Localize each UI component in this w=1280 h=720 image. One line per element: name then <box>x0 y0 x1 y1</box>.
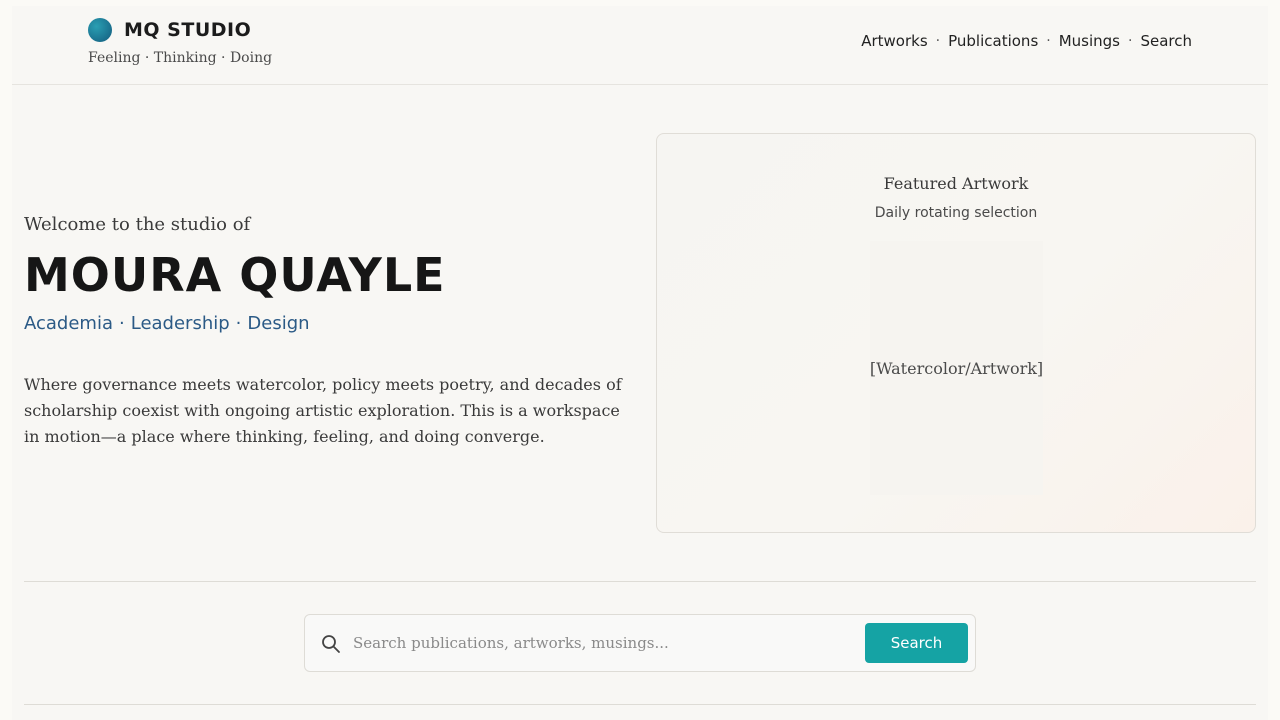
role-design: Design <box>247 313 310 334</box>
nav-link-artworks[interactable]: Artworks <box>861 32 927 50</box>
logo-dot-icon <box>88 18 112 42</box>
search-icon <box>322 635 340 653</box>
role-academia: Academia <box>24 313 113 334</box>
role-leadership: Leadership <box>130 313 230 334</box>
hero-description: Where governance meets watercolor, polic… <box>24 375 622 446</box>
featured-artwork-subtitle: Daily rotating selection <box>874 205 1038 221</box>
nav-separator: · <box>935 33 941 49</box>
artwork-image-placeholder[interactable]: [Watercolor/Artwork] <box>870 241 1043 495</box>
search-bar: Search <box>304 614 976 672</box>
nav-link-musings[interactable]: Musings <box>1059 32 1120 50</box>
site-header: MQ STUDIO Feeling · Thinking · Doing Art… <box>12 6 1268 85</box>
nav-link-publications[interactable]: Publications <box>948 32 1038 50</box>
search-button[interactable]: Search <box>865 623 968 663</box>
hero-intro: Welcome to the studio of MOURA QUAYLE Ac… <box>24 214 624 450</box>
artwork-placeholder-label: [Watercolor/Artwork] <box>869 358 1044 378</box>
hero-roles: Academia · Leadership · Design <box>24 313 624 334</box>
main-nav: Artworks · Publications · Musings · Sear… <box>861 32 1192 50</box>
brand-tagline: Feeling · Thinking · Doing <box>88 50 273 66</box>
nav-link-search[interactable]: Search <box>1140 32 1192 50</box>
welcome-text: Welcome to the studio of <box>24 214 251 235</box>
brand[interactable]: MQ STUDIO Feeling · Thinking · Doing <box>88 18 272 66</box>
section-divider <box>24 581 1256 582</box>
section-divider <box>24 704 1256 705</box>
nav-separator: · <box>1046 33 1051 49</box>
role-separator: · <box>235 313 242 334</box>
nav-separator: · <box>1128 33 1133 49</box>
search-input[interactable] <box>353 625 853 661</box>
featured-artwork-card[interactable]: Featured Artwork Daily rotating selectio… <box>656 133 1256 533</box>
hero-name: MOURA QUAYLE <box>24 248 446 302</box>
role-separator: · <box>119 313 125 334</box>
featured-artwork-title: Featured Artwork <box>883 174 1029 193</box>
brand-name[interactable]: MQ STUDIO <box>124 19 251 41</box>
